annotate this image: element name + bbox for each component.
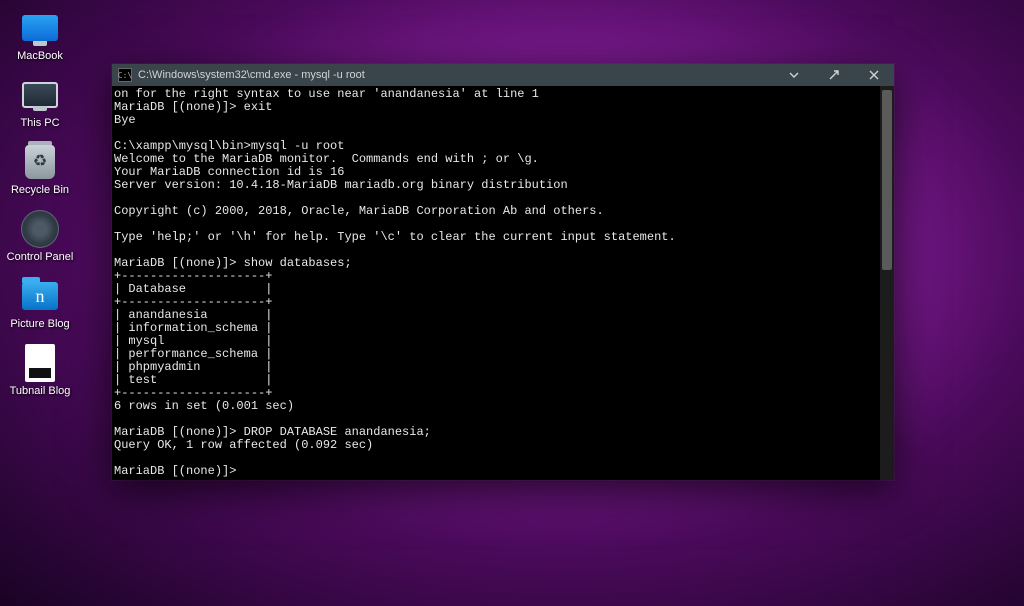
- terminal-body[interactable]: on for the right syntax to use near 'ana…: [112, 86, 894, 480]
- close-button[interactable]: [854, 64, 894, 86]
- desktop-icon-macbook[interactable]: MacBook: [6, 8, 74, 63]
- terminal-title: C:\Windows\system32\cmd.exe - mysql -u r…: [138, 69, 365, 81]
- terminal-titlebar[interactable]: C:\ C:\Windows\system32\cmd.exe - mysql …: [112, 64, 894, 86]
- desktop-icon-label: MacBook: [17, 50, 63, 63]
- desktop-icon-picture-blog[interactable]: n Picture Blog: [6, 276, 74, 331]
- close-icon: [868, 69, 880, 81]
- terminal-scrollbar[interactable]: [880, 86, 894, 480]
- cmd-icon: C:\: [118, 68, 132, 82]
- monitor-gray-icon: [20, 75, 60, 115]
- gear-icon: [20, 209, 60, 249]
- minimize-button[interactable]: [774, 64, 814, 86]
- terminal-output: on for the right syntax to use near 'ana…: [114, 88, 880, 478]
- monitor-blue-icon: [20, 8, 60, 48]
- bin-icon: ♻: [20, 142, 60, 182]
- folder-icon: n: [20, 276, 60, 316]
- scrollbar-thumb[interactable]: [882, 90, 892, 270]
- desktop-icon-label: Control Panel: [7, 251, 74, 264]
- doc-icon: [20, 343, 60, 383]
- desktop-icon-label: This PC: [20, 117, 59, 130]
- desktop-icon-this-pc[interactable]: This PC: [6, 75, 74, 130]
- maximize-icon: [828, 69, 840, 81]
- desktop-icon-label: Recycle Bin: [11, 184, 69, 197]
- chevron-down-icon: [788, 69, 800, 81]
- maximize-button[interactable]: [814, 64, 854, 86]
- desktop-icon-grid: MacBook This PC ♻ Recycle Bin Control Panel n…: [6, 8, 74, 398]
- desktop-icon-recycle-bin[interactable]: ♻ Recycle Bin: [6, 142, 74, 197]
- terminal-window[interactable]: C:\ C:\Windows\system32\cmd.exe - mysql …: [112, 64, 894, 480]
- desktop-icon-tubnail-blog[interactable]: Tubnail Blog: [6, 343, 74, 398]
- desktop-icon-label: Tubnail Blog: [10, 385, 71, 398]
- desktop-icon-label: Picture Blog: [10, 318, 69, 331]
- desktop-icon-control-panel[interactable]: Control Panel: [6, 209, 74, 264]
